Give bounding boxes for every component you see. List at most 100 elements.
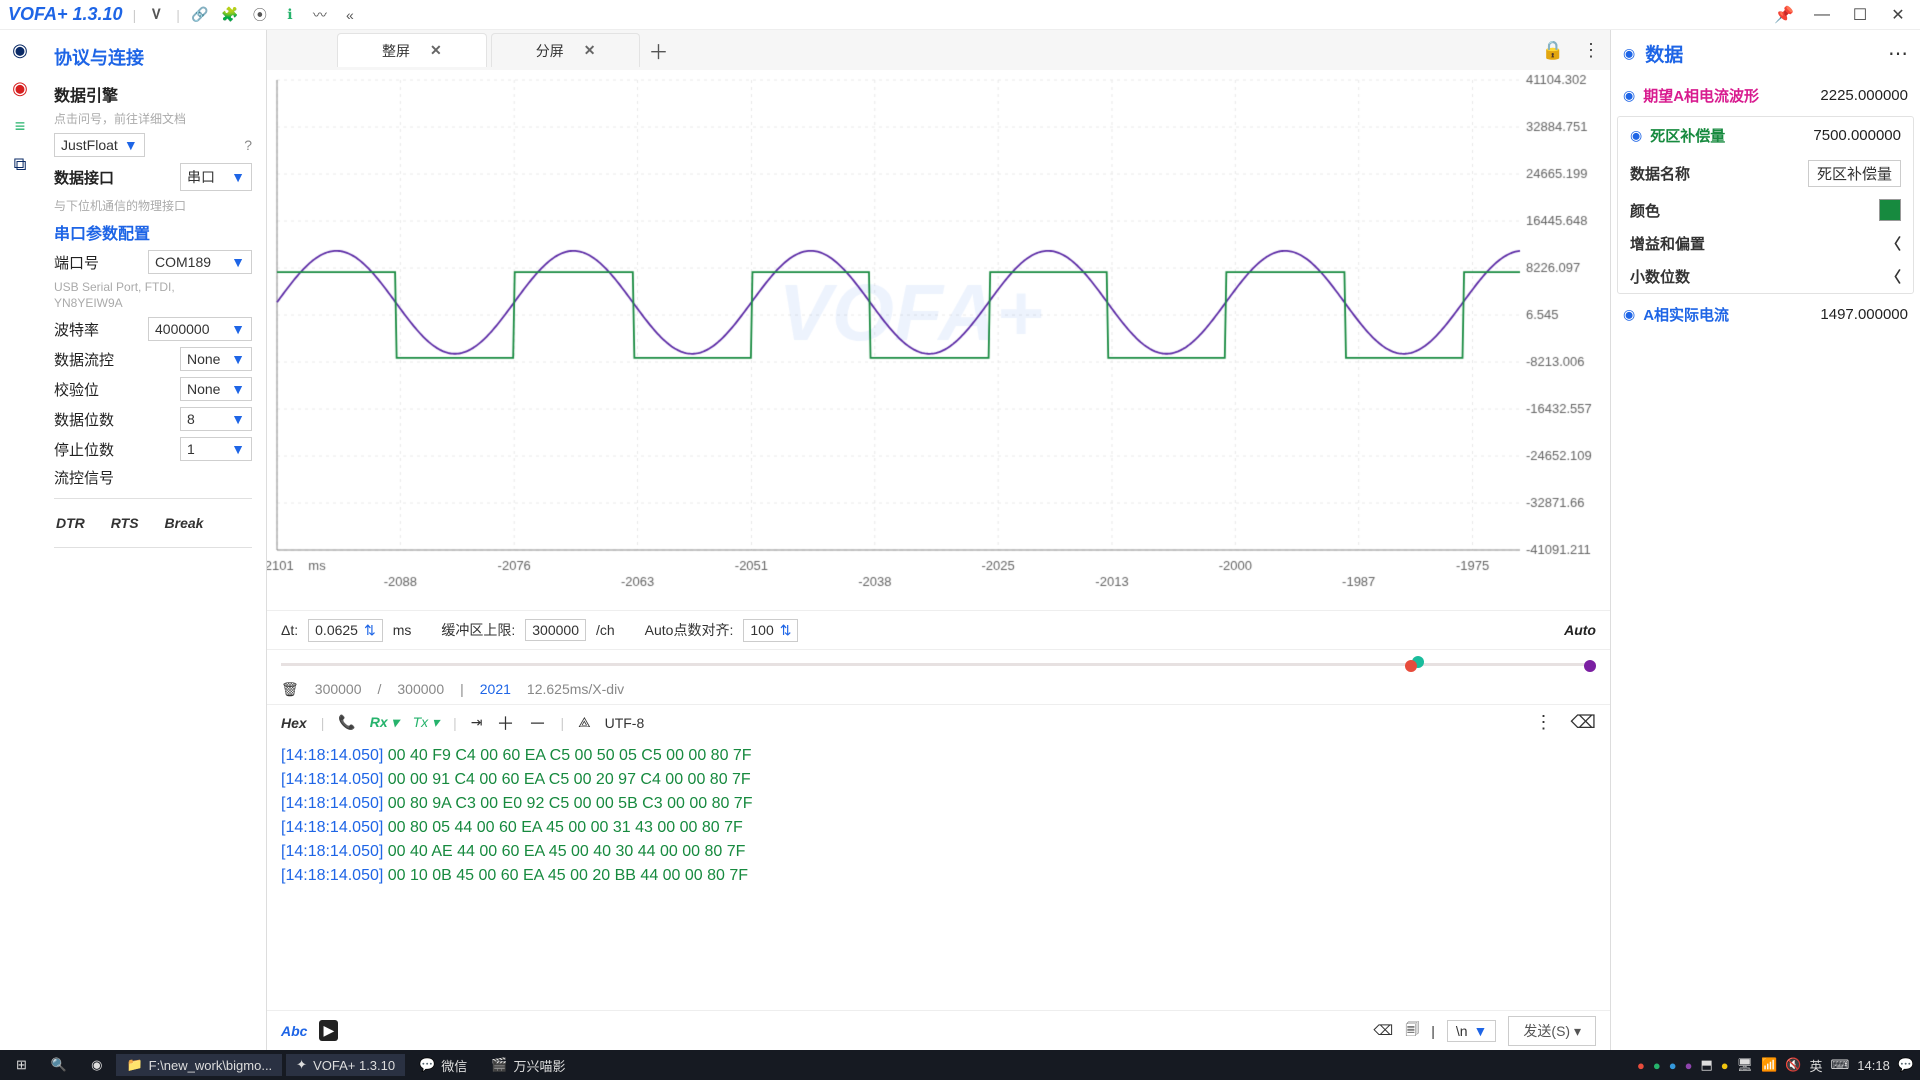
- rail-copy-icon[interactable]: ⧉: [8, 152, 32, 176]
- info-icon[interactable]: ℹ: [280, 6, 300, 23]
- databits-select[interactable]: 8▼: [180, 407, 252, 431]
- font-inc-button[interactable]: ＋: [496, 710, 514, 736]
- tray-icon[interactable]: ●: [1669, 1058, 1677, 1073]
- tray-volume-icon[interactable]: 🔇: [1785, 1057, 1801, 1073]
- spin-icon[interactable]: ⇅: [780, 622, 792, 639]
- time-slider[interactable]: [281, 654, 1596, 674]
- tab-close-icon[interactable]: ✕: [584, 42, 596, 59]
- tab-close-icon[interactable]: ✕: [430, 42, 442, 59]
- tray-icon[interactable]: ●: [1721, 1058, 1729, 1073]
- chart-area[interactable]: [267, 70, 1610, 610]
- search-button[interactable]: 🔍: [41, 1054, 77, 1076]
- help-icon[interactable]: ?: [244, 137, 252, 153]
- add-tab-button[interactable]: ＋: [644, 36, 672, 65]
- log-erase-icon[interactable]: ⌫: [1571, 712, 1596, 733]
- pin-button[interactable]: 📌: [1770, 5, 1798, 25]
- hex-toggle[interactable]: Hex: [281, 715, 307, 731]
- tray-icon[interactable]: ⬒: [1700, 1057, 1712, 1073]
- minimize-button[interactable]: —: [1808, 6, 1836, 24]
- tab-more-icon[interactable]: ⋮: [1582, 40, 1600, 61]
- linewrap-icon[interactable]: ⇥: [471, 714, 483, 731]
- file-icon[interactable]: ▶: [319, 1020, 338, 1041]
- tray-icon[interactable]: ●: [1653, 1058, 1661, 1073]
- buf-count: 2021: [480, 681, 511, 697]
- auto-button[interactable]: Auto: [1564, 622, 1596, 638]
- eye-icon[interactable]: ◉: [1623, 45, 1635, 62]
- tray-notif-icon[interactable]: 💬: [1898, 1057, 1914, 1073]
- send-button[interactable]: 发送(S) ▾: [1508, 1016, 1596, 1046]
- flow-label: 数据流控: [54, 349, 114, 370]
- slider-handle-b[interactable]: [1405, 660, 1417, 672]
- engine-select[interactable]: JustFloat▼: [54, 133, 145, 157]
- rts-button[interactable]: RTS: [111, 515, 139, 531]
- abc-toggle[interactable]: Abc: [281, 1023, 307, 1039]
- eye-icon[interactable]: ◉: [1623, 87, 1635, 104]
- data-row-actual[interactable]: ◉ A相实际电流 1497.000000: [1611, 296, 1920, 333]
- flow-select[interactable]: None▼: [180, 347, 252, 371]
- color-swatch[interactable]: [1879, 199, 1901, 221]
- maximize-button[interactable]: ☐: [1846, 5, 1874, 25]
- tray-keyboard-icon[interactable]: ⌨: [1831, 1057, 1850, 1073]
- prop-dataname-input[interactable]: 死区补偿量: [1808, 160, 1901, 187]
- data-row-expected[interactable]: ◉ 期望A相电流波形 2225.000000: [1611, 77, 1920, 114]
- buf-input[interactable]: 300000: [525, 619, 586, 641]
- spin-icon[interactable]: ⇅: [364, 622, 376, 639]
- task-explorer[interactable]: 📁 F:\new_work\bigmo...: [116, 1054, 282, 1076]
- dt-input[interactable]: 0.0625⇅: [308, 619, 383, 642]
- slider-handle-c[interactable]: [1584, 660, 1596, 672]
- tab-split[interactable]: 分屏 ✕: [491, 33, 641, 67]
- fingerprint-icon[interactable]: 〰: [310, 5, 330, 25]
- chevron-left-icon[interactable]: 〈: [1886, 266, 1901, 287]
- tray-ime[interactable]: 英: [1809, 1056, 1822, 1075]
- iface-select[interactable]: 串口▼: [180, 163, 252, 191]
- parity-select[interactable]: None▼: [180, 377, 252, 401]
- target-icon[interactable]: ⦿: [250, 5, 270, 25]
- dtr-button[interactable]: DTR: [56, 515, 85, 531]
- port-select[interactable]: COM189▼: [148, 250, 252, 274]
- data-name: 期望A相电流波形: [1643, 85, 1812, 106]
- encoding-icon[interactable]: ⟁: [578, 714, 591, 731]
- task-wx2[interactable]: 🎬 万兴喵影: [481, 1053, 575, 1078]
- lock-icon[interactable]: 🔒: [1542, 40, 1564, 61]
- collapse-icon[interactable]: «: [340, 7, 360, 23]
- start-button[interactable]: ⊞: [6, 1054, 37, 1076]
- eye-icon[interactable]: ◉: [1623, 306, 1635, 323]
- waveform-chart[interactable]: [267, 70, 1610, 610]
- clear-send-icon[interactable]: ⌫: [1373, 1022, 1393, 1039]
- lineend-select[interactable]: \n▼: [1447, 1020, 1497, 1042]
- phone-icon[interactable]: 📞: [338, 714, 355, 731]
- autoN-input[interactable]: 100⇅: [743, 619, 798, 642]
- system-tray[interactable]: ● ● ● ● ⬒ ● 🖥 📶 🔇 英 ⌨ 14:18 💬: [1637, 1056, 1914, 1075]
- os-taskbar[interactable]: ⊞ 🔍 ◉ 📁 F:\new_work\bigmo... ✦ VOFA+ 1.3…: [0, 1050, 1920, 1080]
- tray-icon[interactable]: ●: [1637, 1058, 1645, 1073]
- tx-toggle[interactable]: Tx ▾: [413, 714, 439, 731]
- chevron-left-icon[interactable]: 〈: [1886, 233, 1901, 254]
- close-button[interactable]: ✕: [1884, 5, 1912, 25]
- task-wechat[interactable]: 💬 微信: [409, 1053, 477, 1078]
- link-icon[interactable]: 🔗: [190, 6, 210, 23]
- v-icon[interactable]: 𝐕: [146, 6, 166, 23]
- tray-clock[interactable]: 14:18: [1857, 1058, 1890, 1073]
- font-dec-button[interactable]: －: [528, 710, 546, 736]
- plugin-icon[interactable]: 🧩: [220, 6, 240, 23]
- rx-toggle[interactable]: Rx ▾: [370, 714, 399, 731]
- rail-record-icon[interactable]: ◉: [8, 76, 32, 100]
- data-more-icon[interactable]: ⋯: [1888, 41, 1908, 66]
- tab-full[interactable]: 整屏 ✕: [337, 33, 487, 67]
- tray-icon[interactable]: ●: [1685, 1058, 1693, 1073]
- tray-wifi-icon[interactable]: 📶: [1761, 1057, 1777, 1073]
- baud-select[interactable]: 4000000▼: [148, 317, 252, 341]
- trash-icon[interactable]: 🗑: [281, 681, 299, 698]
- data-row-deadzone[interactable]: ◉ 死区补偿量 7500.000000: [1618, 117, 1913, 154]
- task-vofa[interactable]: ✦ VOFA+ 1.3.10: [286, 1054, 405, 1076]
- tray-icon[interactable]: 🖥: [1737, 1057, 1754, 1073]
- eye-icon[interactable]: ◉: [1630, 127, 1642, 144]
- rail-menu-icon[interactable]: ≡: [8, 114, 32, 138]
- rail-circle-icon[interactable]: ◉: [8, 38, 32, 62]
- stopbits-select[interactable]: 1▼: [180, 437, 252, 461]
- log-more-icon[interactable]: ⋮: [1535, 712, 1553, 733]
- log-output[interactable]: [14:18:14.050] 00 40 F9 C4 00 60 EA C5 0…: [267, 740, 1610, 1010]
- task-circle[interactable]: ◉: [81, 1054, 112, 1076]
- send-list-icon[interactable]: 🗐: [1405, 1019, 1419, 1043]
- break-button[interactable]: Break: [165, 515, 204, 531]
